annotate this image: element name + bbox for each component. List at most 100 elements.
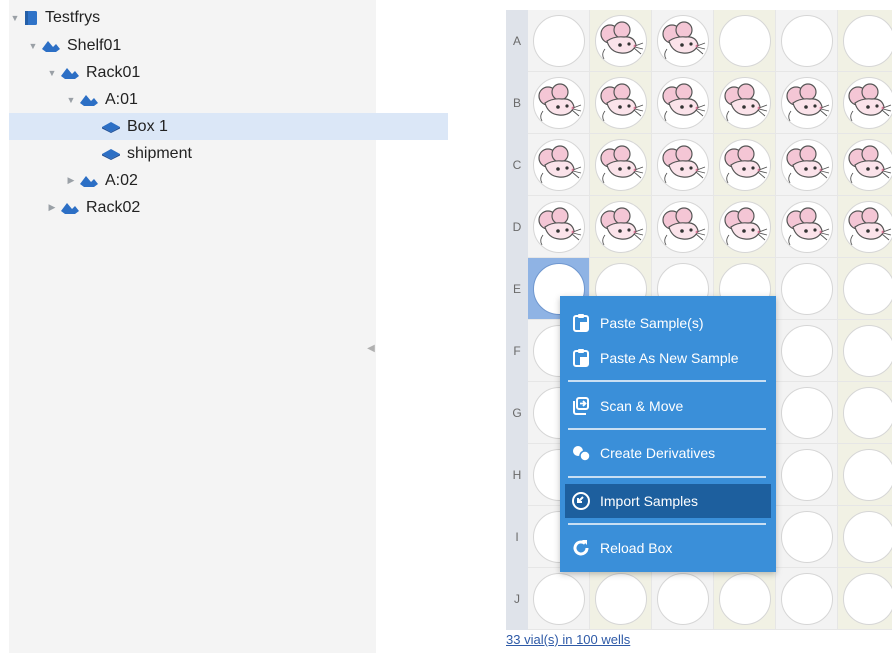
well-C3[interactable] <box>652 134 714 196</box>
well-B2[interactable] <box>590 72 652 134</box>
row-label: G <box>506 382 528 444</box>
well-A3[interactable] <box>652 10 714 72</box>
well-B6[interactable] <box>838 72 892 134</box>
tree-node-box-1[interactable]: Box 1 <box>9 113 448 140</box>
mouse-sample-icon <box>660 206 706 247</box>
sample-vial <box>780 76 833 129</box>
sample-vial <box>594 76 647 129</box>
expand-toggle-icon[interactable]: ▼ <box>65 95 77 105</box>
well-B1[interactable] <box>528 72 590 134</box>
rack-icon <box>60 201 80 215</box>
menu-item-label: Reload Box <box>600 540 673 556</box>
empty-well <box>780 572 833 625</box>
tree-node-shipment[interactable]: shipment <box>9 140 448 167</box>
well-D5[interactable] <box>776 196 838 258</box>
well-E5[interactable] <box>776 258 838 320</box>
row-label: D <box>506 196 528 258</box>
well-I6[interactable] <box>838 506 892 568</box>
sample-vial <box>656 138 709 191</box>
rack-icon <box>79 93 99 107</box>
well-D6[interactable] <box>838 196 892 258</box>
collapse-toggle-icon[interactable]: ▶ <box>65 175 77 186</box>
well-J2[interactable] <box>590 568 652 630</box>
vial-count-link[interactable]: 33 vial(s) in 100 wells <box>506 632 630 647</box>
tree-node-a01[interactable]: ▼ A:01 <box>9 86 426 113</box>
well-B5[interactable] <box>776 72 838 134</box>
import-samples-menu-item[interactable]: Import Samples <box>565 484 771 518</box>
context-menu: Paste Sample(s) Paste As New Sample Scan… <box>560 296 776 572</box>
well-A4[interactable] <box>714 10 776 72</box>
well-B3[interactable] <box>652 72 714 134</box>
paste-samples-menu-item[interactable]: Paste Sample(s) <box>565 306 771 340</box>
mouse-sample-icon <box>660 82 706 123</box>
well-D3[interactable] <box>652 196 714 258</box>
well-A6[interactable] <box>838 10 892 72</box>
empty-well <box>842 324 892 377</box>
tree-node-rack02[interactable]: ▶ Rack02 <box>9 194 407 221</box>
create-derivatives-menu-item[interactable]: Create Derivatives <box>565 436 771 470</box>
expand-toggle-icon[interactable]: ▼ <box>9 13 21 23</box>
well-J1[interactable] <box>528 568 590 630</box>
empty-well <box>780 386 833 439</box>
empty-well <box>780 510 833 563</box>
tree-node-rack01[interactable]: ▼ Rack01 <box>9 59 407 86</box>
well-G5[interactable] <box>776 382 838 444</box>
well-A1[interactable] <box>528 10 590 72</box>
reload-box-menu-item[interactable]: Reload Box <box>565 531 771 565</box>
well-C5[interactable] <box>776 134 838 196</box>
scan-move-icon <box>571 396 591 416</box>
well-F6[interactable] <box>838 320 892 382</box>
menu-item-label: Create Derivatives <box>600 445 716 461</box>
well-J6[interactable] <box>838 568 892 630</box>
sample-vial <box>842 138 892 191</box>
menu-item-label: Paste Sample(s) <box>600 315 704 331</box>
sample-vial <box>718 138 771 191</box>
tree-node-shelf01[interactable]: ▼ Shelf01 <box>9 32 388 59</box>
reload-icon <box>571 538 591 558</box>
empty-well <box>780 448 833 501</box>
mouse-sample-icon <box>660 144 706 185</box>
well-E6[interactable] <box>838 258 892 320</box>
sample-vial <box>656 76 709 129</box>
menu-item-label: Scan & Move <box>600 398 684 414</box>
well-G6[interactable] <box>838 382 892 444</box>
expand-toggle-icon[interactable]: ▼ <box>46 68 58 78</box>
well-J5[interactable] <box>776 568 838 630</box>
well-J4[interactable] <box>714 568 776 630</box>
empty-well <box>532 14 585 67</box>
sample-vial <box>594 138 647 191</box>
collapse-toggle-icon[interactable]: ▶ <box>46 202 58 213</box>
sample-vial <box>594 200 647 253</box>
well-C6[interactable] <box>838 134 892 196</box>
scan-move-menu-item[interactable]: Scan & Move <box>565 389 771 423</box>
empty-well <box>842 386 892 439</box>
empty-well <box>718 14 771 67</box>
well-H6[interactable] <box>838 444 892 506</box>
row-label: J <box>506 568 528 630</box>
well-C2[interactable] <box>590 134 652 196</box>
mouse-sample-icon <box>598 82 644 123</box>
well-C1[interactable] <box>528 134 590 196</box>
tree-node-testfrys[interactable]: ▼ Testfrys <box>9 4 370 31</box>
well-D4[interactable] <box>714 196 776 258</box>
well-J3[interactable] <box>652 568 714 630</box>
well-H5[interactable] <box>776 444 838 506</box>
well-A2[interactable] <box>590 10 652 72</box>
paste-as-new-sample-menu-item[interactable]: Paste As New Sample <box>565 341 771 375</box>
tree-node-label: A:01 <box>105 90 138 108</box>
empty-well <box>842 14 892 67</box>
mouse-sample-icon <box>784 206 830 247</box>
well-D1[interactable] <box>528 196 590 258</box>
tree-node-label: Rack02 <box>86 198 141 216</box>
well-B4[interactable] <box>714 72 776 134</box>
tree-node-a02[interactable]: ▶ A:02 <box>9 167 426 194</box>
well-C4[interactable] <box>714 134 776 196</box>
tree-node-label: Testfrys <box>45 8 101 26</box>
mouse-sample-icon <box>846 82 892 123</box>
well-F5[interactable] <box>776 320 838 382</box>
well-A5[interactable] <box>776 10 838 72</box>
panel-splitter-handle[interactable]: ◀ <box>367 325 375 371</box>
well-I5[interactable] <box>776 506 838 568</box>
well-D2[interactable] <box>590 196 652 258</box>
expand-toggle-icon[interactable]: ▼ <box>27 41 39 51</box>
